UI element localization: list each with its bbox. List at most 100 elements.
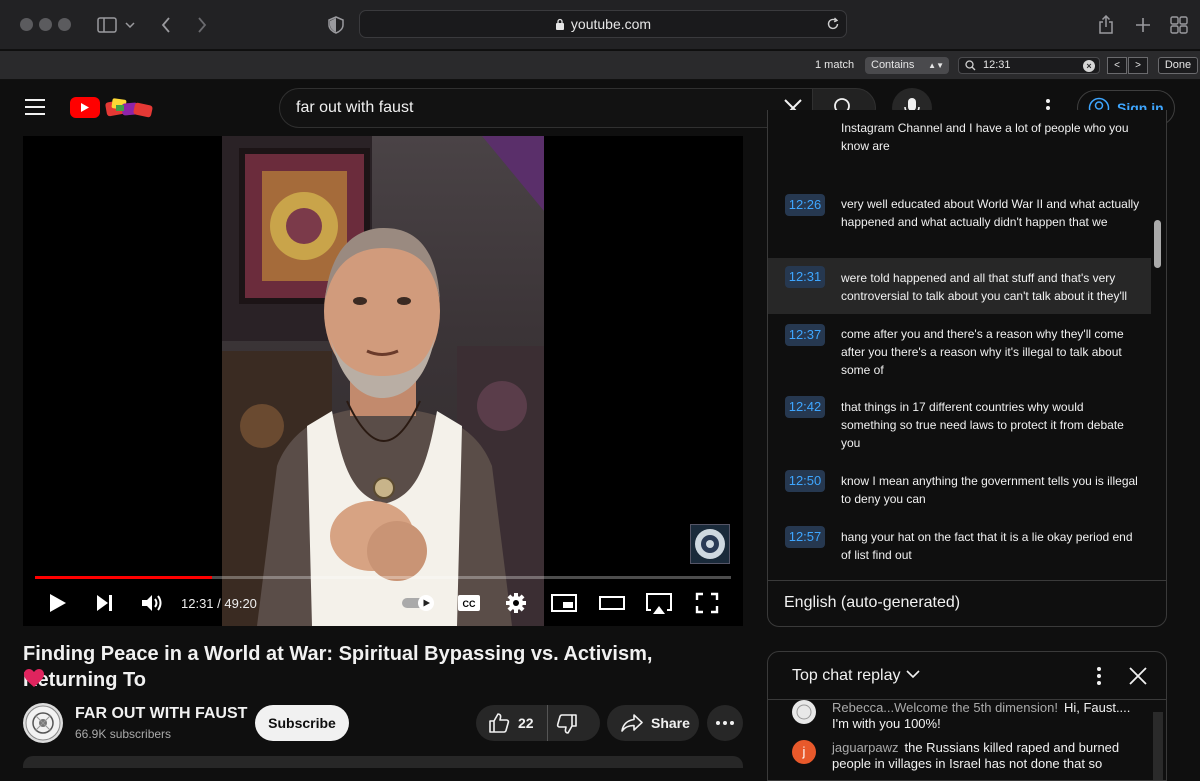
transcript-segment[interactable]: 12:26 very well educated about World War… — [768, 186, 1151, 258]
video-still — [222, 136, 544, 626]
player-controls: 12:31 / 49:20 CC — [23, 584, 743, 626]
like-button[interactable]: 22 — [476, 705, 548, 741]
find-query: 12:31 — [983, 59, 1011, 71]
channel-watermark-icon[interactable] — [690, 524, 730, 564]
subscribe-button[interactable]: Subscribe — [255, 705, 349, 741]
chevron-down-icon[interactable] — [120, 12, 140, 38]
find-match-count: 1 match — [815, 59, 855, 71]
theater-mode-icon[interactable] — [598, 592, 626, 614]
transcript-language-selector[interactable]: English (auto-generated) — [768, 580, 1166, 626]
chat-author[interactable]: jaguarpawz — [832, 740, 899, 755]
chat-avatar: j — [792, 740, 816, 764]
more-vertical-icon[interactable] — [1091, 666, 1107, 686]
browser-toolbar: youtube.com — [0, 0, 1200, 50]
chat-header: Top chat replay — [768, 652, 1166, 700]
segment-time: 12:37 — [785, 324, 825, 346]
search-query: far out with faust — [296, 99, 414, 116]
minimize-window-button[interactable] — [39, 18, 52, 31]
share-button[interactable]: Share — [607, 705, 699, 741]
search-icon — [965, 60, 976, 71]
find-bar: 1 match Contains ▲▼ 12:31 × < > Done — [0, 51, 1200, 80]
channel-name[interactable]: FAR OUT WITH FAUST — [75, 705, 247, 723]
transcript-segment[interactable]: Instagram Channel and I have a lot of pe… — [768, 110, 1151, 182]
find-mode-label: Contains — [871, 59, 915, 71]
description-box[interactable] — [23, 756, 743, 768]
like-count: 22 — [518, 715, 534, 731]
play-icon[interactable] — [48, 592, 68, 614]
transcript-segments: Instagram Channel and I have a lot of pe… — [768, 110, 1151, 580]
reload-icon[interactable] — [826, 17, 840, 31]
more-actions-button[interactable] — [707, 705, 743, 741]
autoplay-toggle[interactable] — [401, 594, 437, 612]
segment-time: 12:57 — [785, 526, 825, 548]
transcript-scrollbar[interactable] — [1154, 220, 1161, 268]
channel-avatar[interactable] — [23, 703, 63, 743]
youtube-logo[interactable] — [70, 97, 100, 118]
transcript-segment[interactable]: 12:37 come after you and there's a reaso… — [768, 314, 1151, 388]
transcript-segment-active[interactable]: 12:31 were told happened and all that st… — [768, 258, 1151, 314]
chat-message[interactable]: j jaguarpawz the Russians killed raped an… — [792, 740, 1137, 774]
svg-text:CC: CC — [463, 599, 476, 609]
close-icon[interactable] — [1128, 666, 1148, 686]
sidebar-toggle-icon[interactable] — [94, 12, 120, 38]
segment-text: come after you and there's a reason why … — [841, 327, 1124, 377]
tab-overview-icon[interactable] — [1166, 12, 1192, 38]
find-input[interactable]: 12:31 × — [958, 57, 1100, 74]
segment-text: very well educated about World War II an… — [841, 197, 1140, 229]
find-mode-select[interactable]: Contains ▲▼ — [865, 57, 949, 74]
transcript-segment[interactable]: 12:57 hang your hat on the fact that it … — [768, 518, 1151, 574]
thumbs-down-icon[interactable] — [556, 713, 578, 735]
segment-text: hang your hat on the fact that it is a l… — [841, 530, 1133, 562]
transcript-segment[interactable]: 12:42 that things in 17 different countr… — [768, 388, 1151, 462]
transcript-panel: Instagram Channel and I have a lot of pe… — [767, 110, 1167, 627]
segment-text: know I mean anything the government tell… — [841, 474, 1138, 506]
updown-arrows-icon: ▲▼ — [928, 61, 944, 70]
closed-captions-icon[interactable]: CC — [457, 592, 481, 614]
airplay-icon[interactable] — [645, 592, 673, 616]
chat-author[interactable]: Rebecca...Welcome the 5th dimension! — [832, 700, 1058, 715]
find-next-button[interactable]: > — [1128, 57, 1148, 74]
close-window-button[interactable] — [20, 18, 33, 31]
find-previous-button[interactable]: < — [1107, 57, 1127, 74]
chat-message[interactable]: Rebecca...Welcome the 5th dimension! Hi, … — [792, 700, 1137, 734]
hamburger-menu-icon[interactable] — [24, 98, 46, 116]
heart-emoji-icon — [23, 668, 45, 688]
search-input[interactable]: far out with faust — [279, 88, 813, 128]
chevron-down-icon[interactable] — [906, 670, 920, 679]
shield-icon[interactable] — [323, 12, 349, 38]
video-frame — [222, 136, 544, 626]
fullscreen-icon[interactable] — [695, 592, 719, 614]
progress-bar-fill — [35, 576, 212, 579]
next-video-icon[interactable] — [94, 592, 116, 614]
volume-icon[interactable] — [140, 592, 164, 614]
video-player[interactable]: 12:31 / 49:20 CC — [23, 136, 743, 626]
doodle-icon[interactable] — [104, 95, 156, 119]
share-label: Share — [651, 715, 690, 731]
address-bar[interactable]: youtube.com — [359, 10, 847, 38]
subscriber-count: 66.9K subscribers — [75, 727, 172, 741]
chat-scrollbar[interactable] — [1153, 712, 1163, 780]
forward-icon[interactable] — [189, 12, 215, 38]
segment-text: Instagram Channel and I have a lot of pe… — [841, 121, 1129, 153]
segment-time: 12:31 — [785, 266, 825, 288]
new-tab-icon[interactable] — [1130, 12, 1156, 38]
share-arrow-icon — [621, 714, 643, 732]
chat-mode-selector[interactable]: Top chat replay — [792, 667, 901, 685]
thumbs-up-icon — [488, 712, 510, 734]
chat-message-text: jaguarpawz the Russians killed raped and … — [832, 740, 1137, 772]
find-done-button[interactable]: Done — [1158, 57, 1198, 74]
share-sheet-icon[interactable] — [1093, 12, 1119, 38]
back-icon[interactable] — [153, 12, 179, 38]
settings-gear-icon[interactable] — [505, 592, 527, 614]
miniplayer-icon[interactable] — [551, 592, 577, 614]
progress-bar[interactable] — [35, 576, 731, 579]
segment-text: that things in 17 different countries wh… — [841, 400, 1124, 450]
more-horizontal-icon — [715, 720, 735, 726]
lock-icon — [555, 18, 565, 30]
like-dislike-group: 22 — [476, 705, 600, 741]
clear-find-icon[interactable]: × — [1083, 60, 1095, 72]
transcript-segment[interactable]: 12:50 know I mean anything the governmen… — [768, 462, 1151, 518]
chat-message-text: Rebecca...Welcome the 5th dimension! Hi, … — [832, 700, 1137, 732]
chat-avatar — [792, 700, 816, 724]
zoom-window-button[interactable] — [58, 18, 71, 31]
